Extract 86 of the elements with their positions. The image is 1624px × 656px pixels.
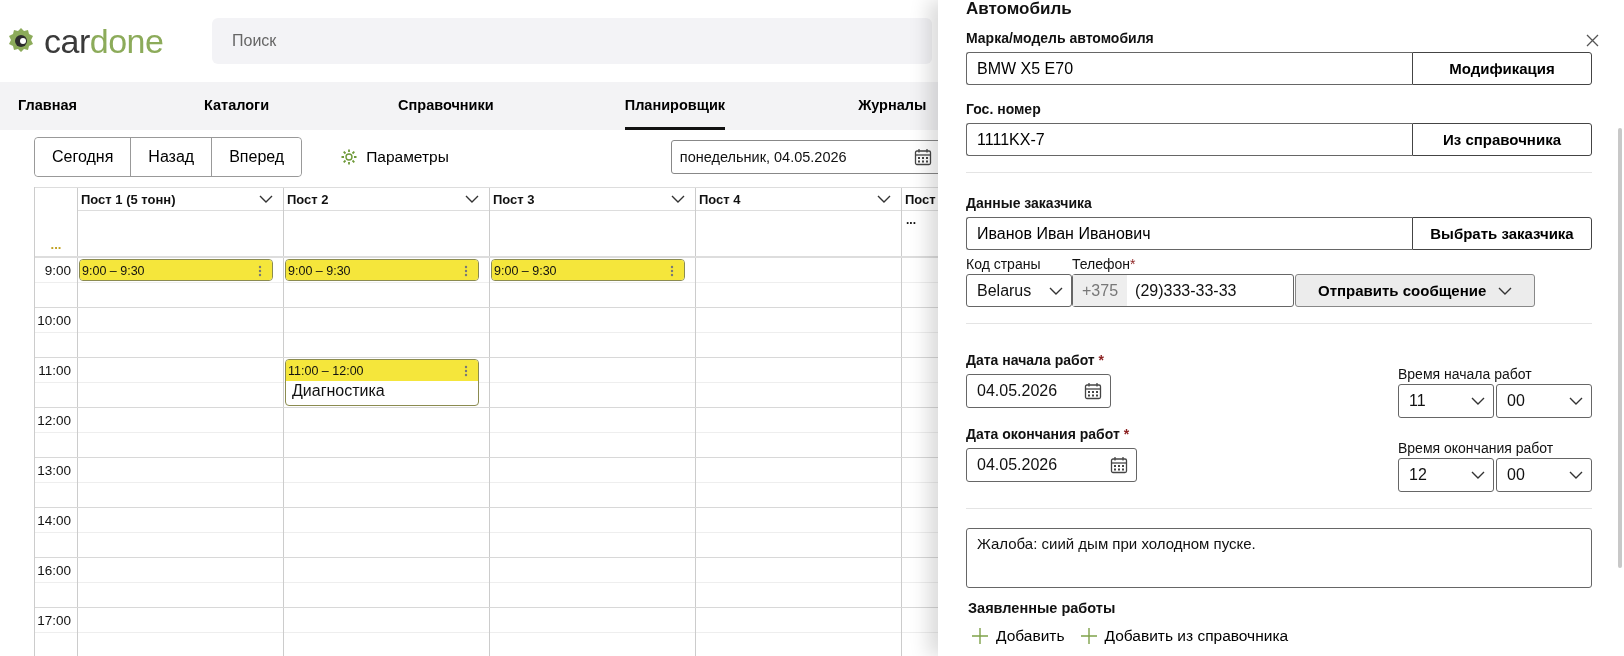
minute-select[interactable]: 00 xyxy=(1496,384,1592,418)
chevron-down-icon xyxy=(1569,471,1583,479)
lookup-button[interactable]: Из справочника xyxy=(1412,123,1592,156)
time-label: 13:00 xyxy=(37,463,71,478)
settings-icon xyxy=(340,148,359,166)
nav-tab[interactable]: Каталоги xyxy=(204,82,270,130)
hour-select[interactable]: 11 xyxy=(1398,384,1494,418)
text-field[interactable]: Иванов Иван Иванович xyxy=(966,217,1412,250)
field-label: Код страны xyxy=(966,256,1042,272)
chevron-down-icon xyxy=(877,195,891,203)
time-label: 16:00 xyxy=(37,563,71,578)
column-header: Пост 1 (5 тонн) xyxy=(81,191,176,207)
search-field[interactable]: Поиск xyxy=(212,18,932,64)
country-select[interactable]: Belarus xyxy=(966,274,1072,307)
column-header: Пост xyxy=(905,191,936,207)
close-icon[interactable] xyxy=(1586,34,1599,47)
kebab-icon[interactable] xyxy=(464,264,468,277)
minute-select[interactable]: 00 xyxy=(1496,458,1592,492)
date-field[interactable]: 04.05.2026 xyxy=(966,448,1137,482)
logo-text: cardone xyxy=(44,21,164,61)
required-mark: * xyxy=(1098,352,1105,368)
appointment-time: 9:00 – 9:30 xyxy=(288,263,351,278)
calendar-icon xyxy=(913,148,932,166)
appointment-time: 9:00 – 9:30 xyxy=(494,263,557,278)
field-label: Дата окончания работ * xyxy=(966,426,1131,442)
kebab-icon[interactable] xyxy=(670,264,674,277)
appointment-time: 9:00 – 9:30 xyxy=(82,263,145,278)
settings-button[interactable]: Параметры xyxy=(334,147,455,167)
nav-tab[interactable]: Планировщик xyxy=(624,82,726,130)
column-header: Пост 4 xyxy=(699,191,741,207)
add-button[interactable]: Добавить xyxy=(972,627,1065,645)
chevron-down-icon xyxy=(1569,397,1583,405)
complaint-textarea[interactable]: Жалоба: сиий дым при холодном пуске. xyxy=(966,528,1592,588)
time-label: 17:00 xyxy=(37,613,71,628)
add-button[interactable]: Добавить из справочника xyxy=(1080,627,1289,645)
appointment-card[interactable]: 9:00 – 9:30 xyxy=(285,259,479,281)
nav-button[interactable]: Сегодня xyxy=(35,138,132,176)
field-label: Марка/модель автомобиля xyxy=(966,30,1155,46)
plus-icon xyxy=(972,628,988,644)
time-label: 12:00 xyxy=(37,413,71,428)
send-message-button[interactable]: Отправить сообщение xyxy=(1295,274,1536,307)
chevron-down-icon xyxy=(1049,286,1063,295)
calendar-icon xyxy=(1110,456,1128,474)
calendar-icon xyxy=(1084,382,1102,400)
select-customer-button[interactable]: Выбрать заказчика xyxy=(1412,217,1592,250)
appointment-title: Диагностика xyxy=(291,381,386,401)
required-mark: * xyxy=(1130,256,1136,272)
nav-tab[interactable]: Справочники xyxy=(398,82,494,130)
field-label: Время начала работ xyxy=(1398,366,1533,382)
time-label: 11:00 xyxy=(38,363,71,378)
field-label: Время окончания работ xyxy=(1398,440,1555,456)
column-header: Пост 2 xyxy=(287,191,329,207)
date-field[interactable]: 04.05.2026 xyxy=(966,374,1111,408)
chevron-down-icon xyxy=(259,195,273,203)
lookup-button[interactable]: Модификация xyxy=(1412,52,1592,85)
section-title: Заявленные работы xyxy=(968,600,1117,616)
hour-select[interactable]: 12 xyxy=(1398,458,1494,492)
nav-tab[interactable]: Главная xyxy=(18,82,77,130)
plus-icon xyxy=(1080,628,1097,644)
column-header: Пост 3 xyxy=(493,191,535,207)
appointment-card[interactable]: 9:00 – 9:30 xyxy=(79,259,273,281)
date-field[interactable]: понедельник, 04.05.2026 xyxy=(670,140,941,174)
field-label: Дата начала работ * xyxy=(966,352,1106,368)
kebab-icon[interactable] xyxy=(464,364,468,377)
chevron-down-icon xyxy=(1471,471,1485,479)
phone-field[interactable]: +375 (29)333-33-33 xyxy=(1072,274,1294,307)
appointment-card[interactable]: 9:00 – 9:30 xyxy=(491,259,685,281)
text-field[interactable]: BMW X5 E70 xyxy=(966,52,1412,85)
nav-tab[interactable]: Журналы xyxy=(858,82,927,130)
appointment-time: 11:00 – 12:00 xyxy=(288,363,364,378)
scrollbar-thumb[interactable] xyxy=(1618,128,1622,568)
appointment-card[interactable]: 11:00 – 12:00 Диагностика xyxy=(285,359,479,406)
chevron-down-icon xyxy=(1471,397,1485,405)
text-field[interactable]: 1111KX-7 xyxy=(966,123,1412,156)
required-mark: * xyxy=(1123,426,1130,442)
field-label: Гос. номер xyxy=(966,101,1042,117)
chevron-down-icon xyxy=(465,195,479,203)
field-label: Данные заказчика xyxy=(966,195,1093,211)
time-label: 9:00 xyxy=(44,263,71,278)
time-label: 14:00 xyxy=(37,513,71,528)
chevron-down-icon xyxy=(1498,286,1513,295)
field-label: Телефон* xyxy=(1072,256,1137,272)
kebab-icon[interactable] xyxy=(258,264,262,277)
time-label: 10:00 xyxy=(37,313,71,328)
chevron-down-icon xyxy=(671,195,685,203)
section-title: Автомобиль xyxy=(966,0,1072,18)
